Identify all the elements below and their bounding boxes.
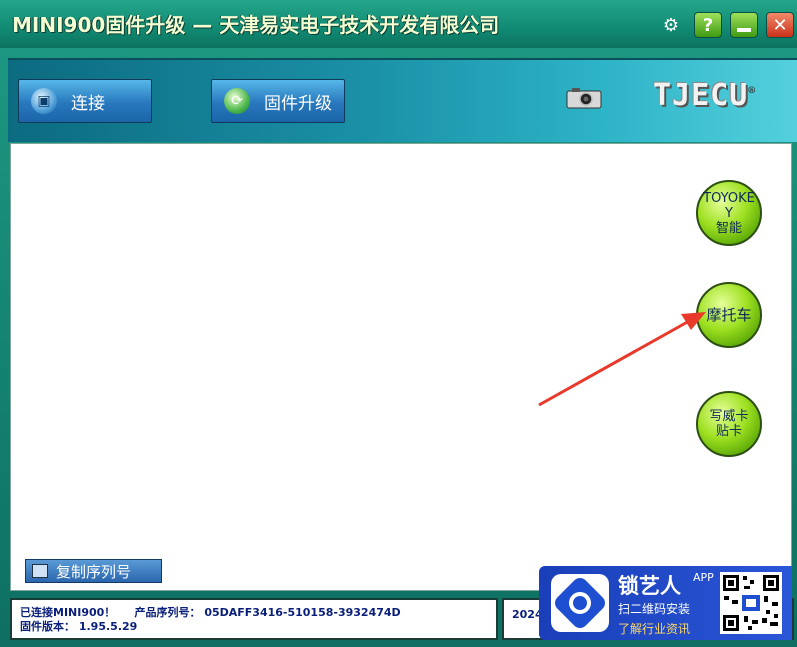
copy-serial-button[interactable]: 复制序列号 [25,559,162,583]
connection-status: 已连接MINI900！ [20,606,116,619]
version-value: 1.95.5.29 [78,620,138,633]
main-panel: TOYOKE Y 智能 摩托车 写威卡 贴卡 复制序列号 [10,143,792,591]
serial-label: 产品序列号： [134,606,201,619]
firmware-upgrade-label: 固件升级 [264,93,332,114]
brand-logo-text: TJECU [653,78,749,113]
watermark-line1: 扫二维码安装 [618,602,691,616]
watermark-app: APP [693,571,714,584]
copy-icon [32,564,48,578]
refresh-icon: ⟳ [224,88,250,114]
connect-button[interactable]: ▣ 连接 [18,79,152,123]
version-label: 固件版本： [20,620,75,633]
gear-icon[interactable]: ⚙ [660,14,682,36]
red-arrow-annotation [538,312,706,407]
status-line1: 已连接MINI900！ 产品序列号： 05DAFF3416-510158-393… [20,606,496,620]
watermark-line2: 了解行业资讯 [618,622,691,636]
status-panel: 已连接MINI900！ 产品序列号： 05DAFF3416-510158-393… [10,598,498,640]
close-button[interactable]: ✕ [766,12,794,38]
qr-code-icon [720,572,782,634]
watermark-banner: 锁艺人 APP 扫二维码安装 了解行业资讯 [539,566,792,640]
watermark-brand: 锁艺人 [618,574,681,598]
camera-icon[interactable] [566,87,602,109]
serial-value: 05DAFF3416-510158-3932474D [204,606,401,619]
minimize-button[interactable] [730,12,758,38]
toolbar: ▣ 连接 ⟳ 固件升级 TJECU® [8,58,797,142]
firmware-upgrade-button[interactable]: ⟳ 固件升级 [211,79,345,123]
copy-serial-label: 复制序列号 [56,562,132,581]
minimize-icon [737,28,751,32]
connect-label: 连接 [71,93,105,114]
watermark-logo-icon [551,574,609,632]
connect-icon: ▣ [31,88,57,114]
title-bar: MINI900固件升级 — 天津易实电子技术开发有限公司 ⚙ ? ✕ [0,0,797,48]
brand-logo: TJECU® [653,78,756,113]
app-window: MINI900固件升级 — 天津易实电子技术开发有限公司 ⚙ ? ✕ ▣ 连接 … [0,0,797,647]
registered-mark: ® [748,84,756,97]
status-line2: 固件版本： 1.95.5.29 [20,620,496,634]
help-button[interactable]: ? [694,12,722,38]
window-title: MINI900固件升级 — 天津易实电子技术开发有限公司 [12,13,500,37]
